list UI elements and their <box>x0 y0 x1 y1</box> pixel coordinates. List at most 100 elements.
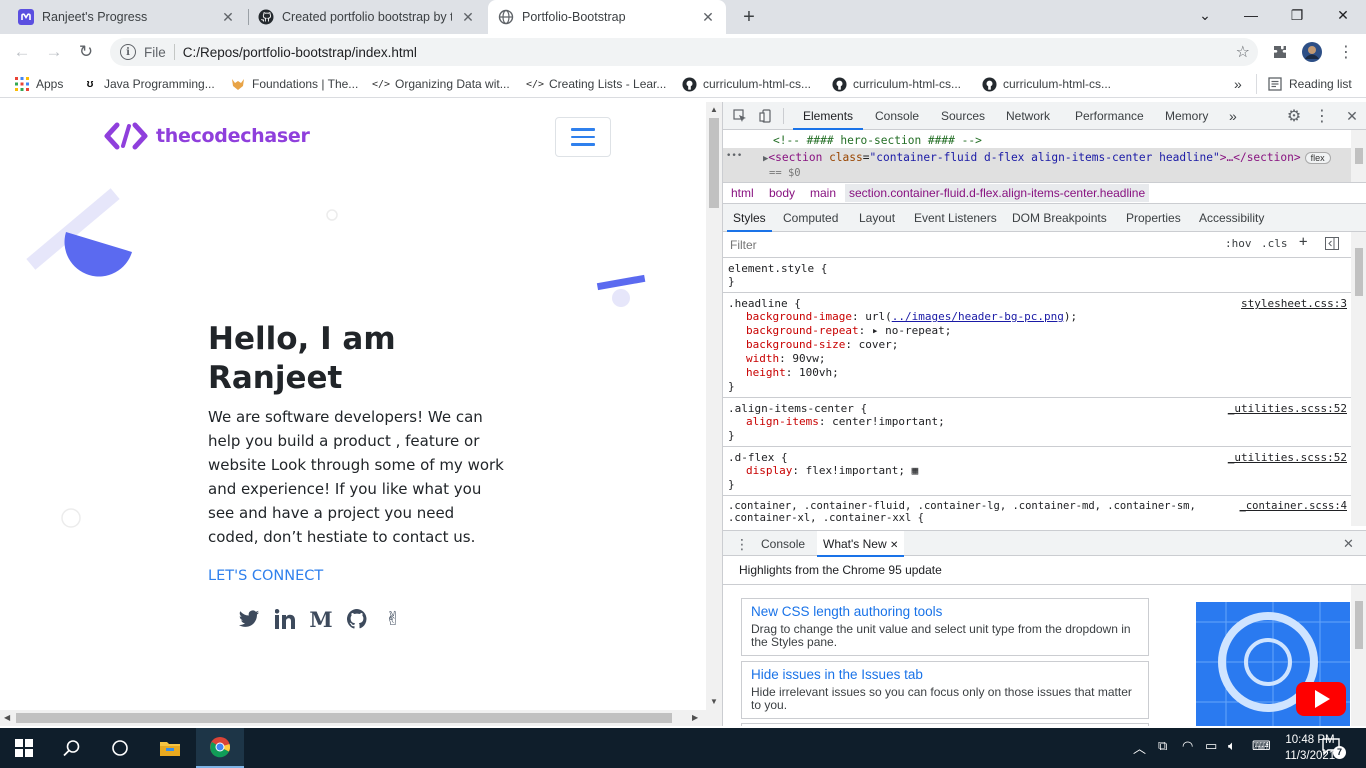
tray-chevron-icon[interactable]: ︿ <box>1133 738 1146 757</box>
scrollbar-thumb[interactable] <box>1355 248 1363 296</box>
bookmark-item[interactable]: </> Creating Lists - Lear... <box>526 74 666 94</box>
style-declaration[interactable]: background-repeat: ▸ no-repeat; <box>728 324 1347 338</box>
wifi-icon[interactable]: ◠ <box>1182 738 1193 754</box>
bookmark-item[interactable]: curriculum-html-cs... <box>981 74 1111 94</box>
chrome-taskbar-icon[interactable] <box>196 728 244 768</box>
subtab-layout[interactable]: Layout <box>859 204 895 232</box>
reading-list-button[interactable]: Reading list <box>1256 74 1352 94</box>
devtools-tab-network[interactable]: Network <box>1006 102 1050 130</box>
bookmark-item[interactable]: </> Organizing Data wit... <box>372 74 510 94</box>
scroll-up-arrow-icon[interactable]: ▲ <box>710 105 718 114</box>
reload-icon[interactable]: ↻ <box>72 38 100 66</box>
subtab-properties[interactable]: Properties <box>1126 204 1181 232</box>
drawer-tab-console[interactable]: Console <box>761 531 805 557</box>
close-devtools-icon[interactable]: ✕ <box>1343 107 1361 125</box>
minimize-button[interactable]: — <box>1228 0 1274 30</box>
volume-icon[interactable]: 🔈︎ <box>1228 738 1236 754</box>
subtab-computed[interactable]: Computed <box>783 204 838 232</box>
style-rule[interactable]: .d-flex { _utilities.scss:52 display: fl… <box>723 447 1351 496</box>
breadcrumb-section[interactable]: section.container-fluid.d-flex.align-ite… <box>845 184 1150 202</box>
scrollbar-thumb[interactable] <box>16 713 672 723</box>
browser-tab[interactable]: Created portfolio bootstrap by th ✕ <box>248 0 486 34</box>
maximize-button[interactable]: ❐ <box>1274 0 1320 30</box>
url-text[interactable]: C:/Repos/portfolio-bootstrap/index.html <box>183 45 417 60</box>
style-declaration[interactable]: background-image: url(../images/header-b… <box>728 310 1347 324</box>
devtools-menu-icon[interactable]: ⋮ <box>1313 107 1331 125</box>
action-center-button[interactable]: 7 <box>1322 738 1346 759</box>
whats-new-card[interactable] <box>741 723 1149 726</box>
breadcrumb-main[interactable]: main <box>810 186 836 200</box>
back-arrow-icon[interactable]: ← <box>8 38 36 66</box>
cls-toggle[interactable]: .cls <box>1261 237 1288 250</box>
drawer-menu-icon[interactable]: ⋮ <box>735 531 749 557</box>
browser-tab-active[interactable]: Portfolio-Bootstrap ✕ <box>488 0 726 34</box>
selected-dom-node[interactable]: ▶<section class="container-fluid d-flex … <box>763 151 1331 164</box>
hamburger-menu-button[interactable] <box>555 117 611 157</box>
close-drawer-icon[interactable]: ✕ <box>1343 531 1354 557</box>
bookmark-star-icon[interactable]: ☆ <box>1236 42 1250 62</box>
extensions-puzzle-icon[interactable] <box>1270 42 1290 62</box>
browser-tab[interactable]: Ranjeet's Progress ✕ <box>8 0 246 34</box>
meet-now-icon[interactable]: ⧉ <box>1158 738 1167 754</box>
node-actions-ellipsis[interactable]: ••• <box>726 151 742 161</box>
settings-gear-icon[interactable]: ⚙ <box>1285 107 1303 125</box>
bookmark-item[interactable]: curriculum-html-cs... <box>831 74 961 94</box>
subtab-accessibility[interactable]: Accessibility <box>1199 204 1264 232</box>
lets-connect-link[interactable]: LET'S CONNECT <box>208 568 323 584</box>
rule-source-link[interactable]: _container.scss:4 <box>1239 500 1347 512</box>
style-declaration[interactable]: height: 100vh; <box>728 366 1347 380</box>
devtools-tab-elements[interactable]: Elements <box>793 102 864 130</box>
medium-icon[interactable]: M <box>309 607 332 632</box>
rule-source-link[interactable]: stylesheet.css:3 <box>1241 297 1347 310</box>
devtools-tab-performance[interactable]: Performance <box>1075 102 1144 130</box>
bookmark-item[interactable]: Foundations | The... <box>230 74 358 94</box>
task-view-icon[interactable] <box>96 728 144 768</box>
dom-scrollbar[interactable] <box>1351 130 1366 182</box>
subtab-styles[interactable]: Styles <box>727 204 772 232</box>
bookmark-item[interactable]: curriculum-html-cs... <box>681 74 811 94</box>
new-tab-button[interactable]: + <box>736 4 762 30</box>
style-rule[interactable]: .align-items-center { _utilities.scss:52… <box>723 398 1351 447</box>
style-rule[interactable]: element.style { } <box>723 258 1351 293</box>
hov-toggle[interactable]: :hov <box>1225 237 1252 250</box>
style-rule[interactable]: .container, .container-fluid, .container… <box>723 496 1351 526</box>
address-bar[interactable]: i File C:/Repos/portfolio-bootstrap/inde… <box>110 38 1258 66</box>
card-title[interactable]: New CSS length authoring tools <box>751 603 1139 620</box>
style-declaration[interactable]: align-items: center!important; <box>728 415 1347 429</box>
rule-source-link[interactable]: _utilities.scss:52 <box>1228 402 1347 415</box>
video-thumbnail[interactable] <box>1196 602 1350 726</box>
scroll-left-arrow-icon[interactable]: ◀ <box>4 713 10 722</box>
devtools-tab-memory[interactable]: Memory <box>1165 102 1208 130</box>
device-toggle-icon[interactable] <box>757 107 775 125</box>
scroll-down-arrow-icon[interactable]: ▼ <box>710 697 718 706</box>
profile-avatar[interactable] <box>1302 42 1322 62</box>
whats-new-card[interactable]: Hide issues in the Issues tab Hide irrel… <box>741 661 1149 719</box>
styles-scrollbar[interactable] <box>1351 232 1366 526</box>
styles-filter-input[interactable] <box>726 235 1214 255</box>
devtools-tab-console[interactable]: Console <box>875 102 919 130</box>
subtab-event-listeners[interactable]: Event Listeners <box>914 204 997 232</box>
rule-source-link[interactable]: _utilities.scss:52 <box>1228 451 1347 464</box>
devtools-tab-sources[interactable]: Sources <box>941 102 985 130</box>
breadcrumb-html[interactable]: html <box>731 186 754 200</box>
twitter-icon[interactable] <box>238 608 260 630</box>
scrollbar-thumb[interactable] <box>1355 601 1363 649</box>
site-logo[interactable]: thecodechaser <box>104 122 310 150</box>
github-icon[interactable] <box>346 608 368 630</box>
inspect-element-icon[interactable] <box>731 107 749 125</box>
scrollbar-thumb[interactable] <box>709 118 719 208</box>
whats-new-card[interactable]: New CSS length authoring tools Drag to c… <box>741 598 1149 656</box>
whats-new-scrollbar[interactable] <box>1351 585 1366 726</box>
new-style-rule-button[interactable]: + <box>1299 234 1307 250</box>
scroll-right-arrow-icon[interactable]: ▶ <box>692 713 698 722</box>
forward-arrow-icon[interactable]: → <box>40 38 68 66</box>
linkedin-icon[interactable] <box>274 608 296 630</box>
subtab-dom-breakpoints[interactable]: DOM Breakpoints <box>1012 204 1107 232</box>
drawer-tab-whats-new[interactable]: What's New ✕ <box>817 531 905 557</box>
bookmark-item[interactable]: ʊ Java Programming... <box>82 74 215 94</box>
close-tab-icon[interactable]: ✕ <box>890 540 898 551</box>
battery-icon[interactable]: ▭ <box>1205 738 1217 754</box>
style-rule[interactable]: .headline { stylesheet.css:3 background-… <box>723 293 1351 398</box>
close-window-button[interactable]: ✕ <box>1320 0 1366 30</box>
search-icon[interactable] <box>48 728 96 768</box>
